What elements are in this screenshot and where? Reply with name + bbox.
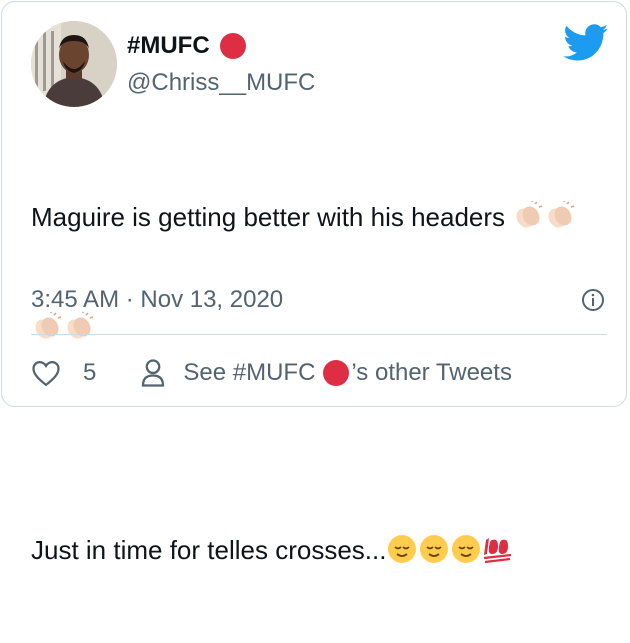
red-circle-emoji (323, 360, 350, 386)
relieved-face-emoji (451, 534, 481, 564)
tweet-actions: 5 See #MUFC ’s other Tweets (31, 353, 512, 393)
twitter-bird-icon[interactable] (563, 24, 609, 62)
tweet-timestamp[interactable]: 3:45 AM · Nov 13, 2020 (31, 286, 283, 314)
tweet-card: #MUFC @Chriss__MUFC Maguire is getting b… (1, 1, 627, 565)
tweet-line-3-text: Just in time for telles crosses... (31, 535, 387, 565)
divider (31, 334, 607, 335)
red-circle-emoji (219, 33, 246, 59)
like-count[interactable]: 5 (83, 359, 96, 387)
person-icon[interactable] (140, 358, 166, 388)
tweet-line-2 (31, 310, 601, 347)
see-other-suffix: ’s other Tweets (351, 359, 512, 386)
relieved-face-emoji (419, 534, 449, 564)
display-name-text: #MUFC (127, 32, 210, 59)
tweet-line-1: Maguire is getting better with his heade… (31, 199, 601, 236)
clapping-hands-emoji (513, 201, 543, 231)
clapping-hands-emoji (32, 312, 62, 342)
tweet-line-1-text: Maguire is getting better with his heade… (31, 202, 513, 232)
see-other-prefix: See #MUFC (183, 359, 316, 386)
heart-icon[interactable] (31, 359, 61, 387)
tweet-line-3: Just in time for telles crosses... (31, 532, 601, 569)
user-handle[interactable]: @Chriss__MUFC (127, 69, 315, 97)
see-other-tweets-link[interactable]: See #MUFC ’s other Tweets (183, 359, 512, 387)
relieved-face-emoji (387, 534, 417, 564)
clapping-hands-emoji (545, 201, 575, 231)
display-name[interactable]: #MUFC (127, 32, 246, 60)
avatar[interactable] (31, 21, 117, 107)
info-icon[interactable] (581, 288, 605, 312)
clapping-hands-emoji (64, 312, 94, 342)
hundred-points-emoji (483, 534, 513, 564)
